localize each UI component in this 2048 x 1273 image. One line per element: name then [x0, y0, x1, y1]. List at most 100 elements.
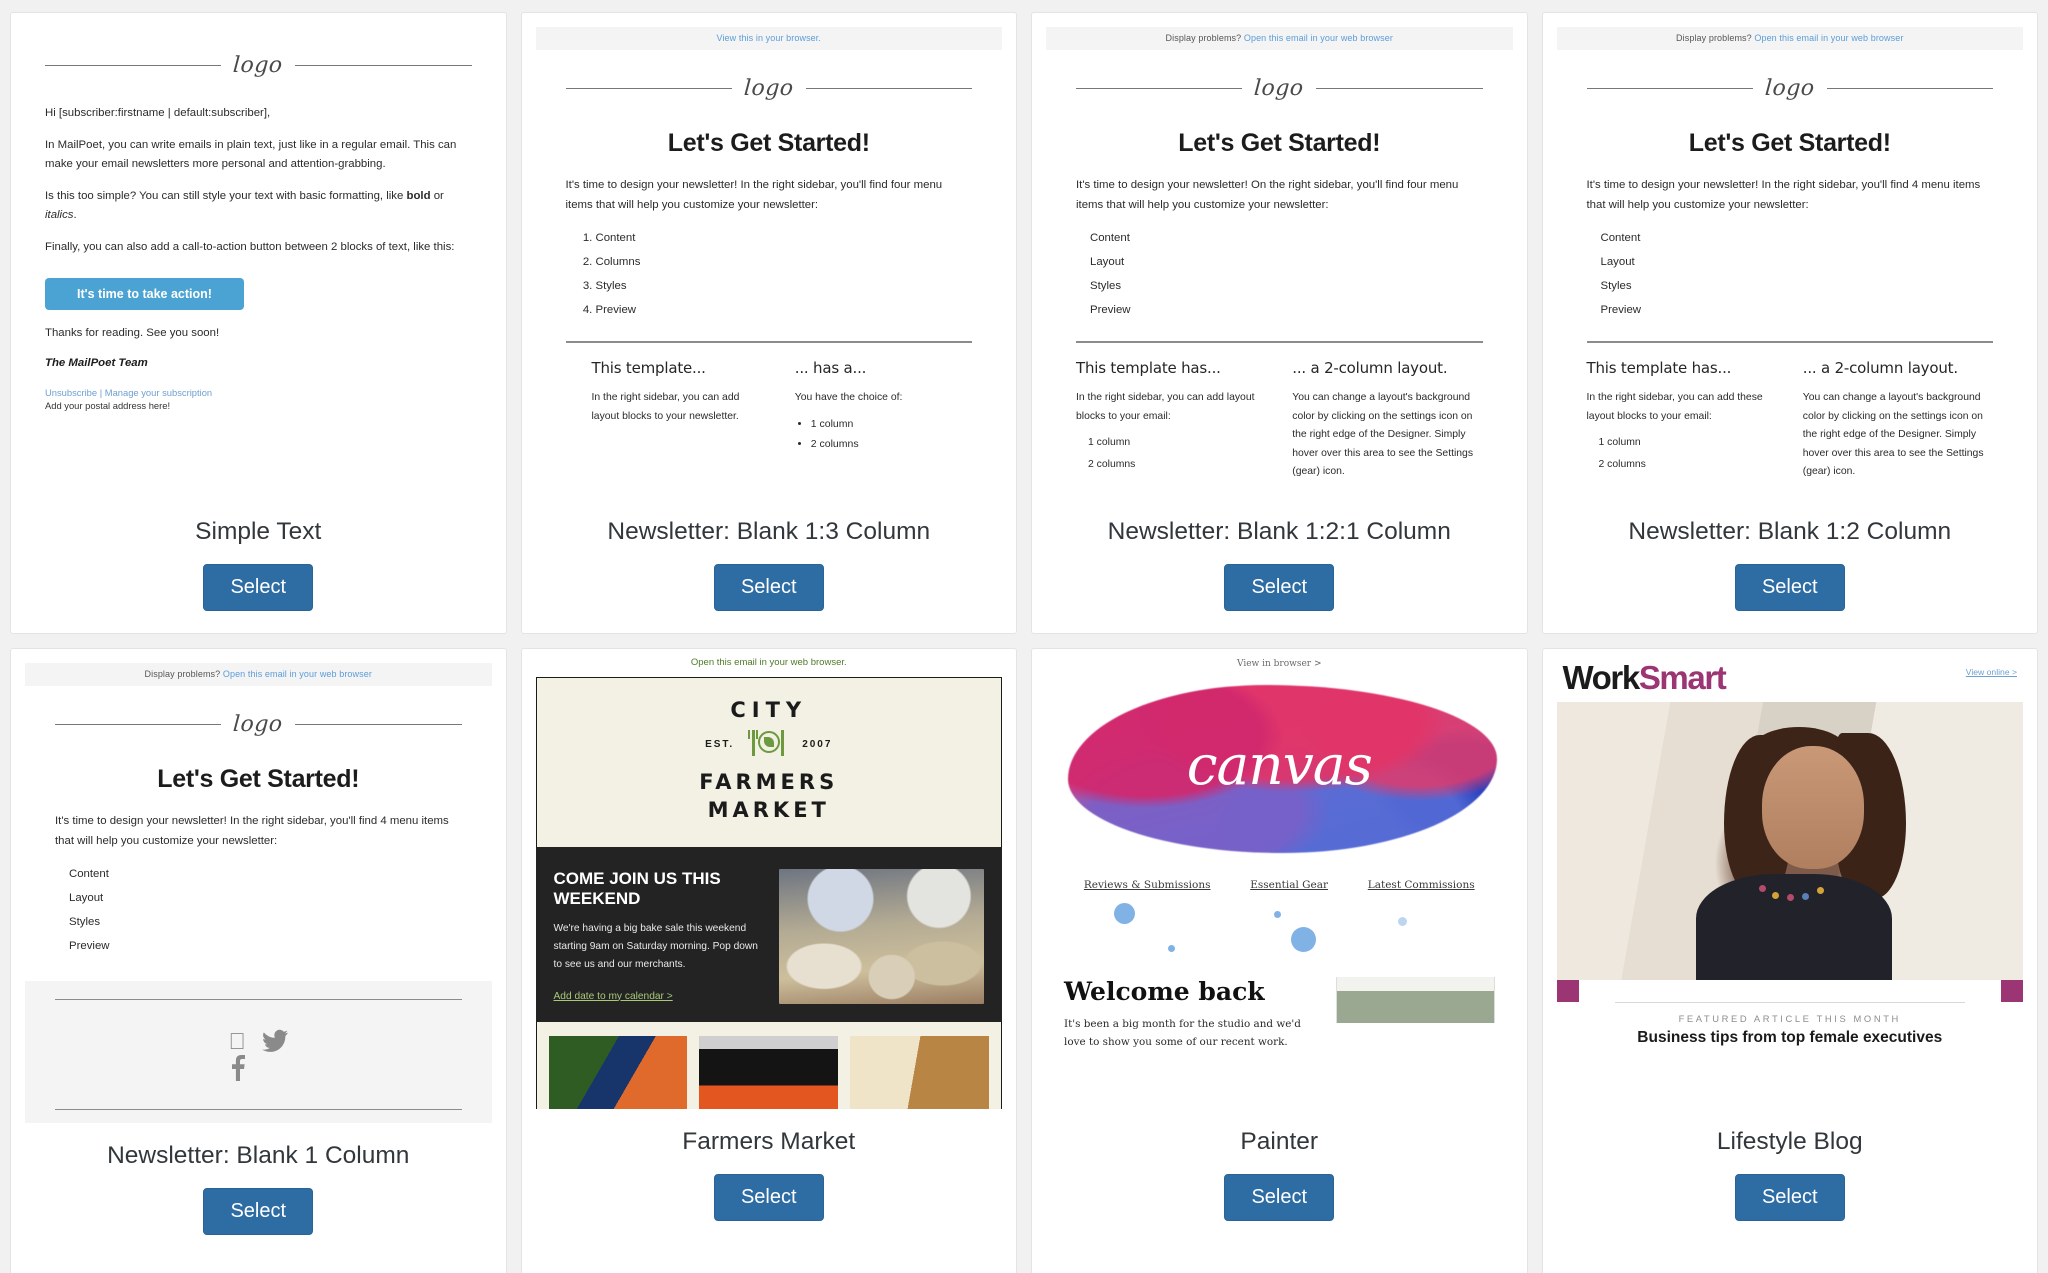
card-footer: Newsletter: Blank 1:2 Column Select [1543, 499, 2038, 633]
template-title: Newsletter: Blank 1 Column [107, 1142, 410, 1169]
watercolor-hero: canvas [1046, 673, 1513, 863]
logo-rule-right [805, 88, 973, 89]
select-button[interactable]: Select [203, 1188, 314, 1236]
necklace-detail [1757, 877, 1832, 905]
brand-est-label: EST. [705, 738, 735, 750]
nav-link-gear[interactable]: Essential Gear [1250, 879, 1328, 891]
divider [1586, 341, 1993, 344]
template-thumbnail-newsletter-blank-1-3-column: View this in your browser. logo Let's Ge… [535, 27, 1002, 499]
navigation-row: Reviews & Submissions Essential Gear Lat… [1046, 863, 1513, 899]
headline: Let's Get Started! [1688, 129, 1891, 157]
open-in-browser-link[interactable]: Open this email in your web browser [223, 669, 372, 679]
nav-link-reviews[interactable]: Reviews & Submissions [1084, 879, 1211, 891]
column-2-text: You can change a layout's background col… [1292, 392, 1474, 478]
card-footer: Simple Text Select [11, 499, 506, 633]
view-in-browser-link[interactable]: View this in your browser. [717, 33, 821, 43]
template-title: Newsletter: Blank 1:2 Column [1628, 518, 1952, 545]
column-1-heading: This template... [591, 359, 706, 378]
select-button[interactable]: Select [1224, 564, 1335, 612]
hero-photo [1556, 702, 2023, 980]
manage-subscription-link[interactable]: Manage your subscription [105, 387, 212, 398]
intro-text: It's time to design your newsletter! On … [1076, 179, 1459, 211]
select-button[interactable]: Select [713, 564, 824, 612]
template-title: Farmers Market [682, 1128, 856, 1155]
list-item: 1 column [1088, 437, 1131, 449]
logo-rule-right [1826, 88, 1994, 89]
select-button[interactable]: Select [1224, 1174, 1335, 1222]
template-card-newsletter-blank-1-2-column[interactable]: Display problems? Open this email in you… [1541, 12, 2038, 634]
column-1-heading: This template has... [1076, 359, 1221, 378]
template-thumbnail-newsletter-blank-1-2-1-column: Display problems? Open this email in you… [1046, 27, 1513, 499]
paragraph-2-post: . [73, 209, 77, 222]
logo-rule-left [1586, 88, 1753, 89]
list-item: Layout [1090, 256, 1125, 269]
column-2-heading: ... a 2-column layout. [1802, 359, 1958, 378]
template-card-newsletter-blank-1-2-1-column[interactable]: Display problems? Open this email in you… [1031, 12, 1528, 634]
template-thumbnail-painter: View in browser > canvas Reviews & Submi… [1046, 649, 1513, 1109]
add-to-calendar-link[interactable]: Add date to my calendar > [554, 991, 673, 1002]
brand-wordmark: canvas [1186, 733, 1373, 797]
list-item: Layout [1600, 256, 1635, 269]
open-in-browser-link[interactable]: Open this email in your web browser [1754, 33, 1903, 43]
paragraph-1: In MailPoet, you can write emails in pla… [45, 138, 457, 171]
template-thumbnail-simple-text: logo Hi [subscriber:firstname | default:… [25, 27, 492, 499]
display-problems-text: Display problems? [1676, 33, 1752, 43]
headline: Let's Get Started! [667, 129, 870, 157]
menu-item-list: Content Layout Styles Preview [1587, 227, 1994, 323]
nav-link-commissions[interactable]: Latest Commissions [1368, 879, 1475, 891]
unsubscribe-link[interactable]: Unsubscribe [45, 387, 97, 398]
postal-address-text: Add your postal address here! [45, 400, 171, 412]
template-card-newsletter-blank-1-3-column[interactable]: View this in your browser. logo Let's Ge… [520, 12, 1017, 634]
brand-header: WorkSmart View online > [1557, 649, 2024, 702]
column-1: This template has... In the right sideba… [1587, 359, 1777, 488]
accent-block-mid [1578, 980, 2001, 1002]
accent-block-right [2001, 980, 2023, 1002]
select-button[interactable]: Select [203, 564, 314, 612]
twitter-icon[interactable] [261, 1028, 288, 1081]
logo-row: logo [1586, 50, 1994, 107]
facebook-icon[interactable]:  [229, 1028, 246, 1082]
open-in-browser-link[interactable]: Open this email in your web browser. [691, 657, 847, 668]
logo-text: logo [232, 53, 284, 78]
card-footer: Painter Select [1032, 1109, 1527, 1273]
article-title: Business tips from top female executives [1637, 1029, 1943, 1046]
menu-item-list: Content Layout Styles Preview [55, 863, 462, 959]
cta-button[interactable]: It's time to take action! [45, 277, 244, 310]
logo-text: logo [1253, 76, 1305, 101]
article-kicker: FEATURED ARTICLE THIS MONTH [1678, 1013, 1901, 1024]
column-2-text: You can change a layout's background col… [1802, 392, 1984, 478]
logo-rule-right [295, 65, 472, 66]
template-card-newsletter-blank-1-column[interactable]: Display problems? Open this email in you… [10, 648, 507, 1273]
template-card-painter[interactable]: View in browser > canvas Reviews & Submi… [1031, 648, 1528, 1273]
footer-links: Unsubscribe | Manage your subscription [45, 387, 472, 398]
intro-text: It's time to design your newsletter! In … [1586, 179, 1981, 211]
select-button[interactable]: Select [713, 1174, 824, 1222]
template-thumbnail-newsletter-blank-1-column: Display problems? Open this email in you… [25, 663, 492, 1123]
list-item: Layout [69, 892, 104, 905]
open-in-browser-link[interactable]: Open this email in your web browser [1244, 33, 1393, 43]
column-2-heading: ... a 2-column layout. [1292, 359, 1448, 378]
preheader-bar: View this in your browser. [535, 27, 1002, 50]
view-in-browser-link[interactable]: View in browser > [1237, 659, 1321, 669]
divider [565, 341, 972, 344]
template-card-lifestyle-blog[interactable]: WorkSmart View online > FEATURED ARTICLE… [1541, 648, 2038, 1273]
signature-text: The MailPoet Team [45, 357, 148, 370]
email-preview-blank-1-3: logo Let's Get Started! It's time to des… [535, 50, 1002, 459]
template-card-simple-text[interactable]: logo Hi [subscriber:firstname | default:… [10, 12, 507, 634]
view-online-link[interactable]: View online > [1966, 667, 2017, 677]
paragraph-2: Is this too simple? You can still style … [45, 187, 472, 226]
divider-bottom [55, 1109, 462, 1111]
announcement-body: We're having a big bake sale this weeken… [553, 923, 758, 970]
worksmart-logo: WorkSmart [1563, 661, 1727, 694]
announcement-headline: COME JOIN US THIS WEEKEND [553, 868, 721, 909]
column-1-heading: This template has... [1586, 359, 1732, 378]
template-card-farmers-market[interactable]: Open this email in your web browser. CIT… [520, 648, 1017, 1273]
brand-emblem-row: EST. 2007 [537, 730, 1002, 758]
select-button[interactable]: Select [1734, 564, 1845, 612]
list-item: Columns [596, 251, 973, 275]
select-button[interactable]: Select [1734, 1174, 1845, 1222]
list-item: Preview [1600, 304, 1642, 317]
menu-item-list: Content Columns Styles Preview [566, 227, 973, 323]
column-2-text: You have the choice of: [794, 392, 903, 404]
card-footer: Newsletter: Blank 1:3 Column Select [522, 499, 1017, 633]
